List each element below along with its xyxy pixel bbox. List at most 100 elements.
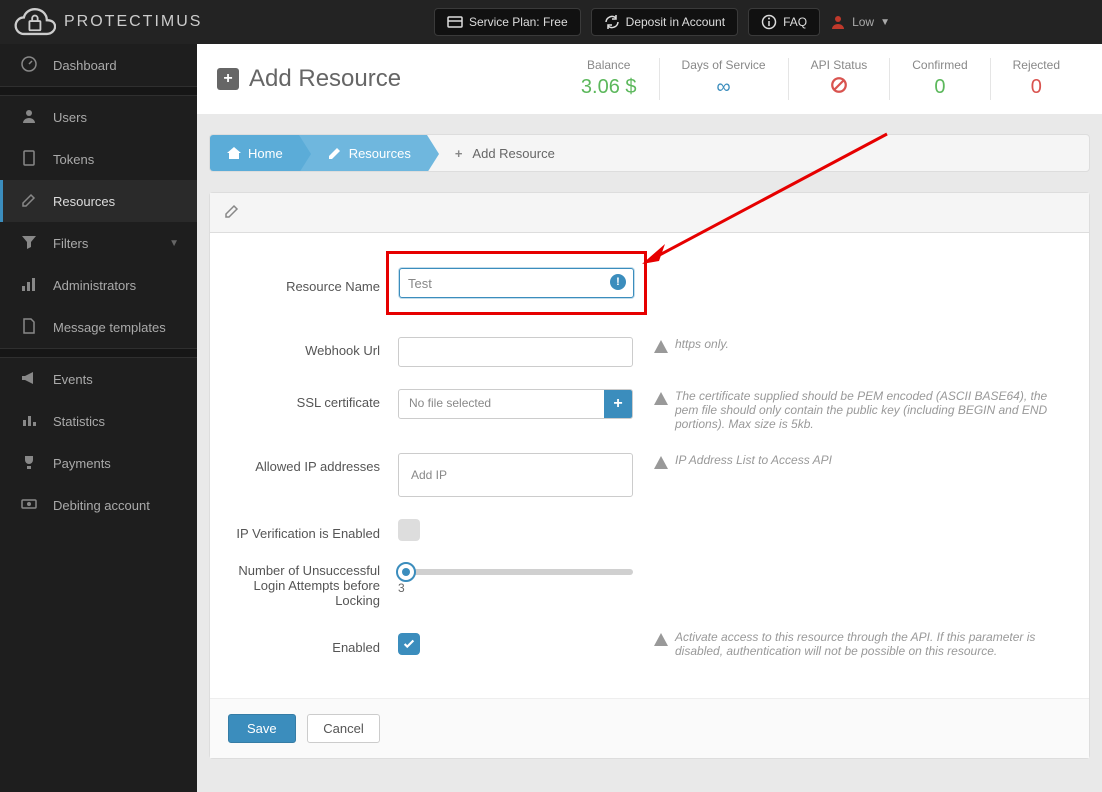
- sidebar-label: Administrators: [53, 278, 136, 293]
- enabled-label: Enabled: [228, 634, 398, 655]
- sidebar-item-administrators[interactable]: Administrators: [0, 264, 197, 306]
- sidebar-item-templates[interactable]: Message templates: [0, 306, 197, 348]
- user-icon: [830, 14, 846, 30]
- warning-icon: [653, 391, 669, 407]
- document-icon: [21, 318, 39, 336]
- enabled-toggle[interactable]: [398, 633, 420, 655]
- faq-button[interactable]: FAQ: [748, 8, 820, 36]
- edit-icon: [224, 203, 240, 219]
- sidebar-label: Events: [53, 372, 93, 387]
- ip-verification-toggle[interactable]: [398, 519, 420, 541]
- brand-logo: PROTECTIMUS: [12, 6, 202, 38]
- sidebar-item-events[interactable]: Events: [0, 358, 197, 400]
- stat-rejected: Rejected 0: [990, 58, 1082, 100]
- attempts-slider[interactable]: [398, 569, 633, 575]
- megaphone-icon: [21, 370, 39, 388]
- panel-footer: Save Cancel: [210, 698, 1089, 758]
- cancel-button[interactable]: Cancel: [307, 714, 379, 743]
- attempts-value: 3: [398, 581, 633, 595]
- chart-icon: [21, 412, 39, 430]
- chevron-down-icon: ▼: [880, 17, 890, 28]
- money-icon: [21, 496, 39, 514]
- user-icon: [21, 108, 39, 126]
- sidebar-item-payments[interactable]: Payments: [0, 442, 197, 484]
- card-icon: [447, 14, 463, 30]
- webhook-label: Webhook Url: [228, 337, 398, 358]
- enabled-help: Activate access to this resource through…: [633, 630, 1071, 658]
- sidebar-separator: [0, 348, 197, 358]
- bars-icon: [21, 276, 39, 294]
- sidebar: Dashboard Users Tokens Resources Filters…: [0, 44, 197, 792]
- plus-icon: +: [217, 68, 239, 90]
- ssl-label: SSL certificate: [228, 389, 398, 410]
- sidebar-label: Tokens: [53, 152, 94, 167]
- save-button[interactable]: Save: [228, 714, 296, 743]
- sidebar-label: Message templates: [53, 320, 166, 335]
- form-panel: Resource Name ! Webhook Url https only.: [209, 192, 1090, 759]
- info-icon[interactable]: !: [610, 274, 626, 290]
- funnel-icon: [21, 234, 39, 252]
- warning-icon: [653, 455, 669, 471]
- slider-handle[interactable]: [396, 562, 416, 582]
- ip-addresses-input[interactable]: Add IP: [398, 453, 633, 497]
- cloud-lock-icon: [12, 6, 56, 38]
- sidebar-item-debiting[interactable]: Debiting account: [0, 484, 197, 526]
- refresh-icon: [604, 14, 620, 30]
- sidebar-item-filters[interactable]: Filters ▼: [0, 222, 197, 264]
- page-title: + Add Resource: [217, 65, 401, 93]
- warning-icon: [653, 339, 669, 355]
- stat-api: API Status: [788, 58, 890, 100]
- brand-text: PROTECTIMUS: [64, 13, 202, 31]
- service-plan-button[interactable]: Service Plan: Free: [434, 8, 581, 36]
- breadcrumb: Home Resources + Add Resource: [209, 134, 1090, 172]
- ip-label: Allowed IP addresses: [228, 453, 398, 474]
- stat-confirmed: Confirmed 0: [889, 58, 989, 100]
- webhook-help: https only.: [633, 337, 1071, 355]
- sidebar-item-statistics[interactable]: Statistics: [0, 400, 197, 442]
- sidebar-label: Resources: [53, 194, 115, 209]
- sidebar-label: Debiting account: [53, 498, 150, 513]
- edit-icon: [21, 192, 39, 210]
- ssl-file-input[interactable]: No file selected +: [398, 389, 633, 419]
- info-icon: [761, 14, 777, 30]
- highlight-box: !: [386, 251, 647, 315]
- ip-help: IP Address List to Access API: [633, 453, 1071, 471]
- ipverify-label: IP Verification is Enabled: [228, 520, 398, 541]
- panel-header: [210, 193, 1089, 233]
- sidebar-separator: [0, 86, 197, 96]
- sidebar-label: Users: [53, 110, 87, 125]
- ban-icon: [811, 76, 868, 100]
- resource-name-label: Resource Name: [228, 273, 398, 294]
- trophy-icon: [21, 454, 39, 472]
- sidebar-item-tokens[interactable]: Tokens: [0, 138, 197, 180]
- sidebar-label: Filters: [53, 236, 88, 251]
- webhook-input[interactable]: [398, 337, 633, 367]
- topbar: PROTECTIMUS Service Plan: Free Deposit i…: [0, 0, 1102, 44]
- breadcrumb-current: + Add Resource: [427, 135, 571, 171]
- sidebar-item-users[interactable]: Users: [0, 96, 197, 138]
- resource-name-input[interactable]: [399, 268, 634, 298]
- sidebar-item-resources[interactable]: Resources: [0, 180, 197, 222]
- breadcrumb-resources[interactable]: Resources: [299, 135, 427, 171]
- edit-icon: [327, 145, 343, 161]
- stat-balance: Balance 3.06 $: [559, 58, 659, 100]
- sidebar-label: Statistics: [53, 414, 105, 429]
- main-content: + Add Resource Balance 3.06 $ Days of Se…: [197, 44, 1102, 792]
- file-add-button[interactable]: +: [604, 390, 632, 418]
- breadcrumb-home[interactable]: Home: [210, 135, 299, 171]
- gauge-icon: [21, 56, 39, 74]
- home-icon: [226, 145, 242, 161]
- header-stats: Balance 3.06 $ Days of Service ∞ API Sta…: [559, 58, 1082, 100]
- sidebar-label: Payments: [53, 456, 111, 471]
- plus-icon: +: [455, 146, 463, 161]
- sidebar-label: Dashboard: [53, 58, 117, 73]
- sidebar-item-dashboard[interactable]: Dashboard: [0, 44, 197, 86]
- deposit-button[interactable]: Deposit in Account: [591, 8, 738, 36]
- page-header: + Add Resource Balance 3.06 $ Days of Se…: [197, 44, 1102, 114]
- user-menu[interactable]: Low ▼: [830, 14, 890, 30]
- tablet-icon: [21, 150, 39, 168]
- ssl-help: The certificate supplied should be PEM e…: [633, 389, 1071, 431]
- stat-days: Days of Service ∞: [659, 58, 788, 100]
- chevron-down-icon: ▼: [169, 238, 179, 249]
- attempts-label: Number of Unsuccessful Login Attempts be…: [228, 563, 398, 608]
